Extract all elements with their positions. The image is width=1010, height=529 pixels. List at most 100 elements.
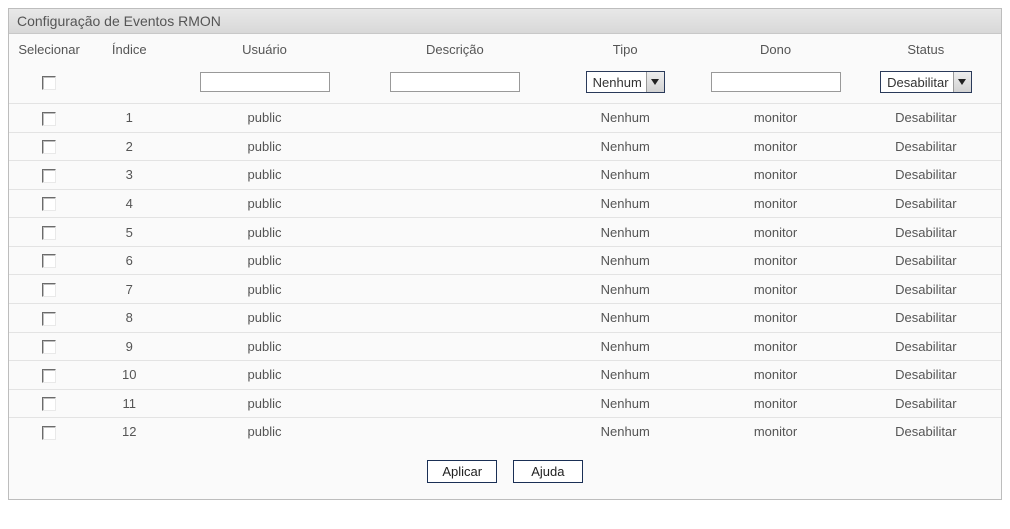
row-checkbox[interactable] xyxy=(42,169,56,183)
row-status: Desabilitar xyxy=(895,339,956,354)
row-checkbox[interactable] xyxy=(42,226,56,240)
row-user: public xyxy=(248,282,282,297)
row-checkbox[interactable] xyxy=(42,112,56,126)
row-type: Nenhum xyxy=(601,339,650,354)
row-checkbox[interactable] xyxy=(42,197,56,211)
row-user: public xyxy=(248,424,282,439)
rmon-event-config-panel: Configuração de Eventos RMON Selecionar … xyxy=(8,8,1002,500)
row-status: Desabilitar xyxy=(895,282,956,297)
row-index: 6 xyxy=(126,253,133,268)
table-row: 7 public Nenhum monitor Desabilitar xyxy=(9,275,1001,304)
row-user: public xyxy=(248,367,282,382)
row-checkbox[interactable] xyxy=(42,140,56,154)
row-owner: monitor xyxy=(754,310,797,325)
row-index: 1 xyxy=(126,110,133,125)
row-user: public xyxy=(248,110,282,125)
row-status: Desabilitar xyxy=(895,139,956,154)
status-filter-select[interactable]: Desabilitar xyxy=(880,71,971,93)
row-status: Desabilitar xyxy=(895,196,956,211)
row-owner: monitor xyxy=(754,110,797,125)
row-status: Desabilitar xyxy=(895,225,956,240)
table-row: 1publicNenhummonitorDesabilitar xyxy=(9,104,1001,133)
row-index: 7 xyxy=(126,282,133,297)
row-checkbox[interactable] xyxy=(42,397,56,411)
row-checkbox[interactable] xyxy=(42,369,56,383)
row-status: Desabilitar xyxy=(895,396,956,411)
user-filter-input[interactable] xyxy=(200,72,330,92)
row-user: public xyxy=(248,139,282,154)
row-owner: monitor xyxy=(754,282,797,297)
header-status: Status xyxy=(851,34,1001,67)
table-row: 9 public Nenhum monitor Desabilitar xyxy=(9,332,1001,361)
row-checkbox[interactable] xyxy=(42,312,56,326)
table-row: 8publicNenhummonitorDesabilitar xyxy=(9,303,1001,332)
table-row: 12 public Nenhum monitor Desabilitar xyxy=(9,418,1001,446)
row-type: Nenhum xyxy=(601,253,650,268)
row-owner: monitor xyxy=(754,196,797,211)
row-type: Nenhum xyxy=(601,310,650,325)
row-owner: monitor xyxy=(754,396,797,411)
row-owner: monitor xyxy=(754,167,797,182)
row-type: Nenhum xyxy=(601,367,650,382)
select-all-checkbox[interactable] xyxy=(42,76,56,90)
row-type: Nenhum xyxy=(601,196,650,211)
row-owner: monitor xyxy=(754,339,797,354)
row-checkbox[interactable] xyxy=(42,426,56,440)
row-index: 5 xyxy=(126,225,133,240)
status-filter-selected: Desabilitar xyxy=(887,75,952,90)
row-index: 11 xyxy=(122,396,136,411)
row-index: 9 xyxy=(126,339,133,354)
filter-row: Nenhum Desabilitar xyxy=(9,67,1001,104)
row-status: Desabilitar xyxy=(895,253,956,268)
row-user: public xyxy=(248,396,282,411)
header-type: Tipo xyxy=(550,34,700,67)
type-filter-select[interactable]: Nenhum xyxy=(586,71,665,93)
row-status: Desabilitar xyxy=(895,424,956,439)
row-user: public xyxy=(248,225,282,240)
row-user: public xyxy=(248,310,282,325)
table-row: 6publicNenhummonitorDesabilitar xyxy=(9,246,1001,275)
header-row: Selecionar Índice Usuário Descrição Tipo… xyxy=(9,34,1001,67)
row-owner: monitor xyxy=(754,424,797,439)
type-filter-selected: Nenhum xyxy=(593,75,646,90)
table-row: 10 public Nenhum monitor Desabilitar xyxy=(9,361,1001,390)
dropdown-arrow-icon xyxy=(646,72,664,92)
apply-button[interactable]: Aplicar xyxy=(427,460,497,483)
dropdown-arrow-icon xyxy=(953,72,971,92)
row-status: Desabilitar xyxy=(895,167,956,182)
row-index: 12 xyxy=(122,424,136,439)
header-user: Usuário xyxy=(169,34,359,67)
row-type: Nenhum xyxy=(601,282,650,297)
panel-title: Configuração de Eventos RMON xyxy=(9,9,1001,34)
row-type: Nenhum xyxy=(601,167,650,182)
header-owner: Dono xyxy=(700,34,850,67)
help-button[interactable]: Ajuda xyxy=(513,460,583,483)
description-filter-input[interactable] xyxy=(390,72,520,92)
row-type: Nenhum xyxy=(601,396,650,411)
header-index: Índice xyxy=(89,34,169,67)
row-index: 2 xyxy=(126,139,133,154)
row-type: Nenhum xyxy=(601,225,650,240)
row-user: public xyxy=(248,253,282,268)
header-select: Selecionar xyxy=(9,34,89,67)
table-row: 11 public Nenhum monitor Desabilitar xyxy=(9,389,1001,418)
row-user: public xyxy=(248,339,282,354)
row-owner: monitor xyxy=(754,367,797,382)
table-row: 2publicNenhummonitorDesabilitar xyxy=(9,132,1001,161)
table-row: 4 public Nenhum monitor Desabilitar xyxy=(9,189,1001,218)
row-type: Nenhum xyxy=(601,139,650,154)
row-status: Desabilitar xyxy=(895,310,956,325)
row-checkbox[interactable] xyxy=(42,254,56,268)
row-type: Nenhum xyxy=(601,110,650,125)
row-index: 3 xyxy=(126,167,133,182)
row-checkbox[interactable] xyxy=(42,283,56,297)
row-index: 10 xyxy=(122,367,136,382)
row-type: Nenhum xyxy=(601,424,650,439)
row-user: public xyxy=(248,196,282,211)
row-owner: monitor xyxy=(754,225,797,240)
table-row: 3publicNenhummonitorDesabilitar xyxy=(9,161,1001,190)
owner-filter-input[interactable] xyxy=(711,72,841,92)
row-checkbox[interactable] xyxy=(42,340,56,354)
row-index: 4 xyxy=(126,196,133,211)
row-status: Desabilitar xyxy=(895,367,956,382)
